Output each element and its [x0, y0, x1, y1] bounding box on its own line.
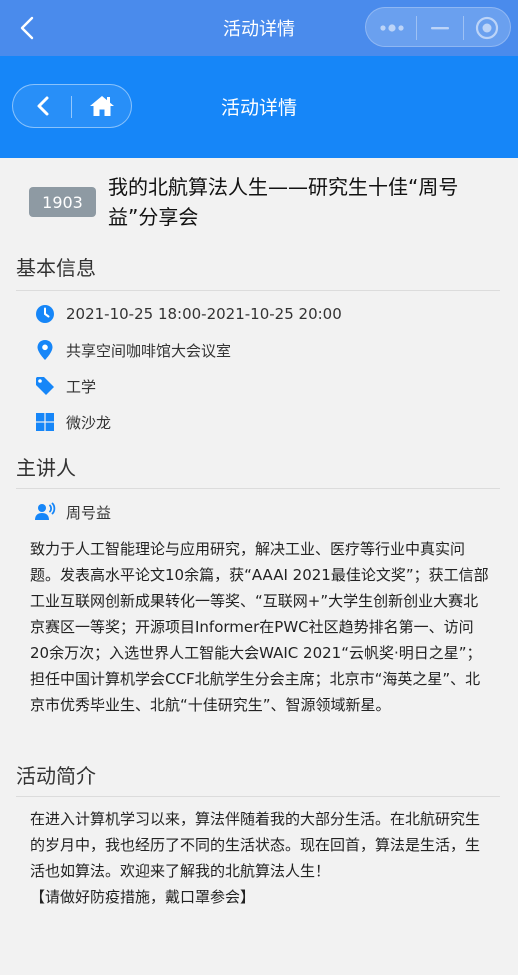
minimize-icon[interactable]	[416, 8, 464, 48]
event-title: 我的北航算法人生——研究生十佳“周号益”分享会	[108, 175, 459, 229]
windows-icon	[34, 411, 56, 433]
speaker-title: 主讲人	[16, 456, 76, 480]
location-pin-icon	[34, 339, 56, 361]
event-time: 2021-10-25 18:00-2021-10-25 20:00	[66, 305, 342, 323]
nav-bar: 活动详情	[0, 56, 518, 158]
speaker-bio: 致力于人工智能理论与应用研究，解决工业、医疗等行业中真实问题。发表高水平论文10…	[30, 540, 489, 714]
speaker-name: 周号益	[66, 503, 112, 522]
location-row: 共享空间咖啡馆大会议室	[34, 338, 231, 362]
event-location: 共享空间咖啡馆大会议室	[66, 341, 232, 360]
divider	[16, 488, 500, 489]
intro-note: 【请做好防疫措施，戴口罩参会】	[30, 888, 256, 906]
speaker-row: 周号益	[34, 500, 111, 524]
event-detail: 1903 我的北航算法人生——研究生十佳“周号益”分享会 基本信息 2021-1…	[0, 158, 518, 906]
event-header: 1903 我的北航算法人生——研究生十佳“周号益”分享会	[0, 158, 518, 246]
event-format: 微沙龙	[66, 413, 112, 432]
clock-icon	[34, 303, 56, 325]
target-close-icon[interactable]	[463, 8, 511, 48]
capsule-menu	[365, 7, 511, 47]
time-row: 2021-10-25 18:00-2021-10-25 20:00	[34, 302, 342, 326]
page-title: 活动详情	[220, 97, 297, 119]
wechat-title-bar: 活动详情	[0, 0, 518, 56]
speaker-icon	[34, 501, 56, 523]
intro-description: 在进入计算机学习以来，算法伴随着我的大部分生活。在北航研究生的岁月中，我也经历了…	[30, 810, 481, 880]
category-row: 工学	[34, 374, 96, 398]
event-category: 工学	[66, 377, 97, 396]
intro-title: 活动简介	[16, 764, 96, 788]
more-dots-icon[interactable]	[368, 8, 416, 48]
format-row: 微沙龙	[34, 410, 111, 434]
event-id-badge: 1903	[29, 187, 96, 217]
basic-info-title: 基本信息	[16, 256, 96, 280]
tag-icon	[34, 375, 56, 397]
divider	[16, 290, 500, 291]
divider	[16, 796, 500, 797]
intro-text: 在进入计算机学习以来，算法伴随着我的大部分生活。在北航研究生的岁月中，我也经历了…	[30, 806, 490, 910]
